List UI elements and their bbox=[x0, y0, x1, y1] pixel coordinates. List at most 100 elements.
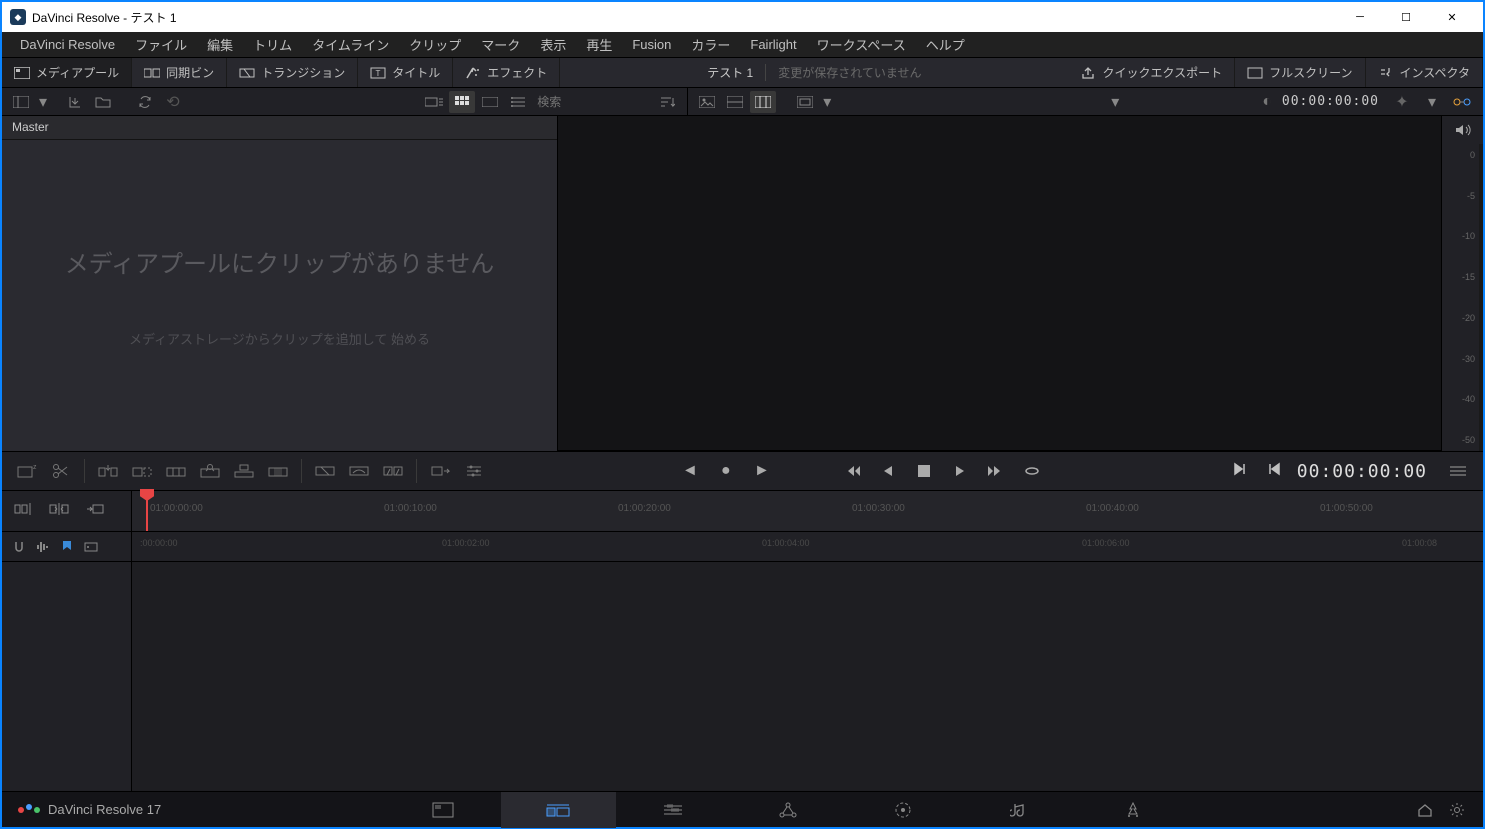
jog-icon[interactable]: ◐ bbox=[1262, 93, 1272, 111]
sidebar-dropdown[interactable]: ▾ bbox=[36, 91, 50, 113]
quick-export-button[interactable]: クイックエクスポート bbox=[1068, 58, 1235, 87]
timeline-options-button[interactable] bbox=[459, 457, 489, 485]
viewer-safe-area-dropdown[interactable]: ▾ bbox=[820, 91, 834, 113]
page-color[interactable] bbox=[846, 792, 961, 828]
view-thumbnail-button[interactable] bbox=[449, 91, 475, 113]
menu-fairlight[interactable]: Fairlight bbox=[740, 33, 806, 56]
menu-timeline[interactable]: タイムライン bbox=[302, 31, 399, 58]
boring-detector-button[interactable]: z bbox=[12, 457, 42, 485]
track-area[interactable] bbox=[132, 561, 1483, 791]
tab-title[interactable]: T タイトル bbox=[358, 58, 453, 87]
menu-color[interactable]: カラー bbox=[681, 31, 740, 58]
page-deliver[interactable] bbox=[1076, 792, 1191, 828]
split-clip-button[interactable] bbox=[46, 457, 76, 485]
go-start-button[interactable] bbox=[841, 460, 863, 482]
main-timecode[interactable]: 00:00:00:00 bbox=[1297, 461, 1427, 482]
viewer-canvas[interactable] bbox=[558, 116, 1441, 451]
page-media[interactable] bbox=[386, 792, 501, 828]
go-end-button[interactable] bbox=[985, 460, 1007, 482]
tl-lock-playhead-button[interactable] bbox=[6, 495, 40, 523]
timeline-sync-button[interactable] bbox=[425, 457, 455, 485]
home-button[interactable] bbox=[1411, 796, 1439, 824]
view-metadata-button[interactable] bbox=[421, 91, 447, 113]
viewer-options-dropdown[interactable]: ▾ bbox=[1108, 91, 1122, 113]
import-media-button[interactable] bbox=[62, 91, 88, 113]
minimize-button[interactable]: ─ bbox=[1337, 2, 1383, 32]
import-folder-button[interactable] bbox=[90, 91, 116, 113]
stop-button[interactable] bbox=[913, 460, 935, 482]
play-reverse-button[interactable] bbox=[877, 460, 899, 482]
search-input[interactable] bbox=[533, 95, 653, 109]
menu-playback[interactable]: 再生 bbox=[576, 31, 622, 58]
menu-mark[interactable]: マーク bbox=[471, 31, 530, 58]
append-button[interactable] bbox=[127, 457, 157, 485]
smart-insert-button[interactable] bbox=[93, 457, 123, 485]
page-fusion[interactable] bbox=[731, 792, 846, 828]
page-edit[interactable] bbox=[616, 792, 731, 828]
close-button[interactable]: ✕ bbox=[1429, 2, 1475, 32]
play-button[interactable] bbox=[949, 460, 971, 482]
project-name: テスト 1 bbox=[707, 64, 753, 81]
viewer-image-button[interactable] bbox=[694, 91, 720, 113]
resolve-button[interactable]: ⟲ bbox=[160, 91, 186, 113]
inspector-icon bbox=[1378, 66, 1394, 80]
speaker-icon[interactable] bbox=[1442, 116, 1483, 144]
page-fairlight[interactable] bbox=[961, 792, 1076, 828]
menu-fusion[interactable]: Fusion bbox=[622, 33, 681, 56]
preview-timecode[interactable]: 00:00:00:00 bbox=[1282, 94, 1379, 109]
menu-file[interactable]: ファイル bbox=[125, 31, 197, 58]
menu-workspace[interactable]: ワークスペース bbox=[807, 31, 916, 58]
record-button[interactable]: ● bbox=[715, 460, 737, 482]
close-up-button[interactable] bbox=[195, 457, 225, 485]
timeline-ruler-detail[interactable]: :00:00:00 01:00:02:00 01:00:04:00 01:00:… bbox=[132, 531, 1483, 561]
menu-clip[interactable]: クリップ bbox=[399, 31, 471, 58]
tools-button[interactable]: ✦ bbox=[1389, 91, 1415, 113]
tools-dropdown[interactable]: ▾ bbox=[1425, 91, 1439, 113]
next-edit-button[interactable]: ► bbox=[751, 460, 773, 482]
ripple-overwrite-button[interactable] bbox=[161, 457, 191, 485]
tab-effect[interactable]: エフェクト bbox=[453, 58, 560, 87]
menu-view[interactable]: 表示 bbox=[530, 31, 576, 58]
tab-sync-bin[interactable]: 同期ビン bbox=[132, 58, 227, 87]
sync-button[interactable] bbox=[132, 91, 158, 113]
sidebar-toggle-button[interactable] bbox=[8, 91, 34, 113]
maximize-button[interactable]: ☐ bbox=[1383, 2, 1429, 32]
audio-waveform-button[interactable] bbox=[34, 538, 52, 556]
timeline-menu-button[interactable] bbox=[1443, 457, 1473, 485]
menu-trim[interactable]: トリム bbox=[243, 31, 302, 58]
source-overwrite-button[interactable] bbox=[263, 457, 293, 485]
next-clip-button[interactable] bbox=[1233, 462, 1247, 481]
flag-button[interactable] bbox=[82, 538, 100, 556]
svg-text:z: z bbox=[33, 464, 37, 471]
cut-button[interactable] bbox=[378, 457, 408, 485]
viewer-source-tape-button[interactable] bbox=[750, 91, 776, 113]
inspector-button[interactable]: インスペクタ bbox=[1366, 58, 1483, 87]
smooth-cut-button[interactable] bbox=[344, 457, 374, 485]
tab-media-pool[interactable]: メディアプール bbox=[2, 58, 132, 87]
page-cut[interactable] bbox=[501, 792, 616, 828]
settings-button[interactable] bbox=[1443, 796, 1471, 824]
view-list-button[interactable] bbox=[505, 91, 531, 113]
sort-button[interactable] bbox=[655, 91, 681, 113]
marker-button[interactable] bbox=[58, 538, 76, 556]
place-on-top-button[interactable] bbox=[229, 457, 259, 485]
tl-trim-in-button[interactable] bbox=[78, 495, 112, 523]
view-strip-button[interactable] bbox=[477, 91, 503, 113]
viewer-safe-area-button[interactable] bbox=[792, 91, 818, 113]
track-headers[interactable] bbox=[2, 561, 132, 791]
snap-button[interactable] bbox=[10, 538, 28, 556]
viewer-boring-button[interactable] bbox=[722, 91, 748, 113]
bypass-button[interactable] bbox=[1449, 91, 1475, 113]
prev-clip-button[interactable] bbox=[1267, 462, 1281, 481]
loop-button[interactable] bbox=[1021, 460, 1043, 482]
menu-edit[interactable]: 編集 bbox=[197, 31, 243, 58]
dissolve-button[interactable] bbox=[310, 457, 340, 485]
master-bin-label[interactable]: Master bbox=[2, 116, 557, 140]
app-logo-icon: ◆ bbox=[10, 9, 26, 25]
menu-davinci[interactable]: DaVinci Resolve bbox=[10, 33, 125, 56]
fullscreen-button[interactable]: フルスクリーン bbox=[1235, 58, 1365, 87]
tab-transition[interactable]: トランジション bbox=[227, 58, 358, 87]
prev-edit-button[interactable]: ◄ bbox=[679, 460, 701, 482]
menu-help[interactable]: ヘルプ bbox=[916, 31, 975, 58]
tl-free-playhead-button[interactable] bbox=[42, 495, 76, 523]
